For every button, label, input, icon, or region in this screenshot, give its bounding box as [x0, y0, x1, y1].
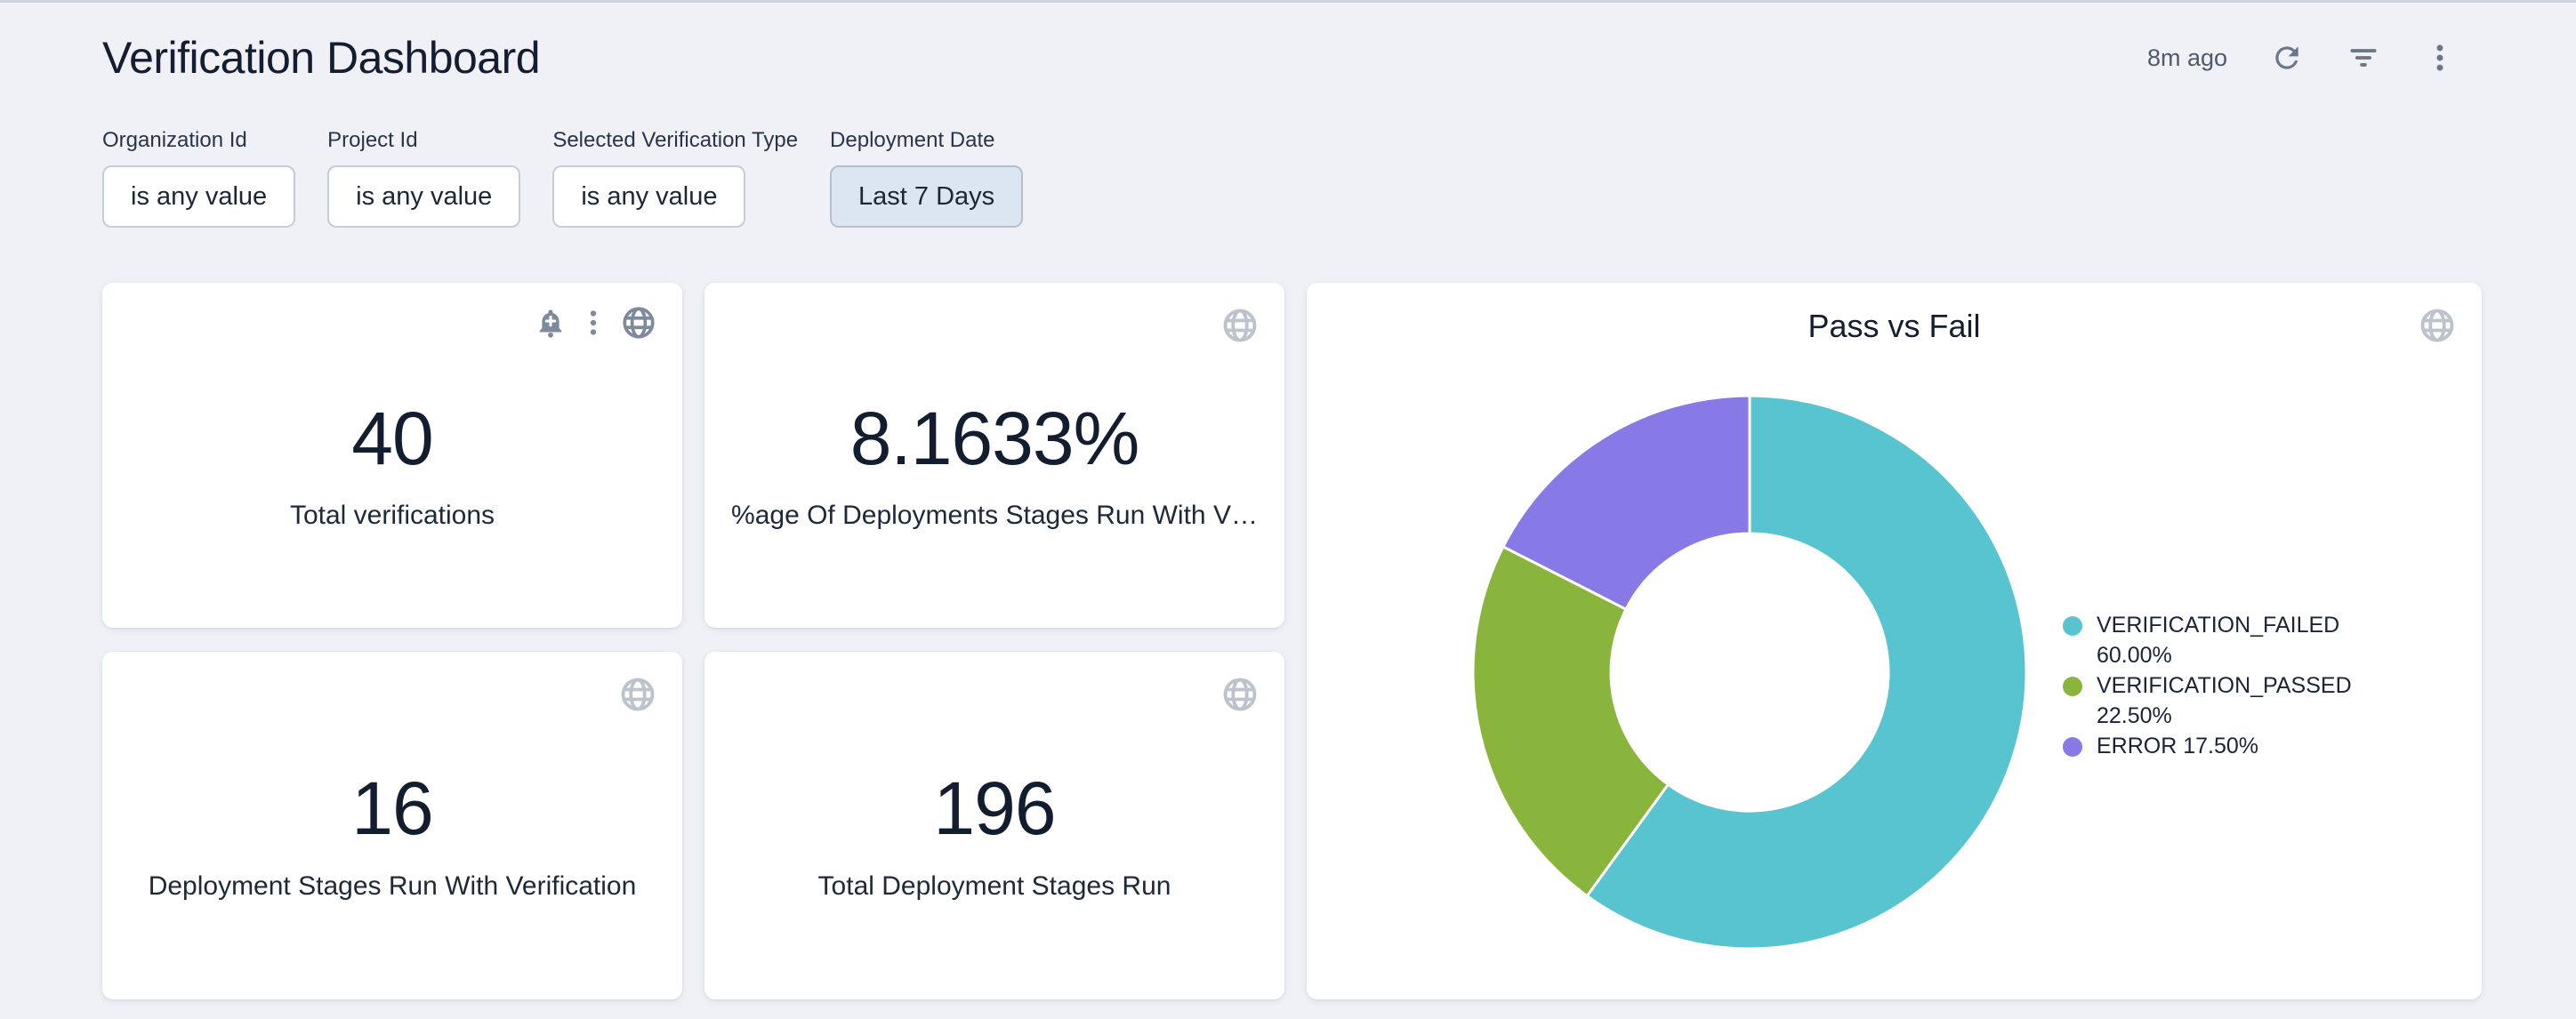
legend-item-verification-passed[interactable]: VERIFICATION_PASSED 22.50% [2063, 670, 2399, 731]
legend-item-error[interactable]: ERROR 17.50% [2063, 731, 2399, 761]
chart-title: Pass vs Fail [1307, 308, 2482, 345]
legend-value: 17.50% [2183, 734, 2258, 758]
top-border [0, 0, 2576, 3]
tile-label: %age Of Deployments Stages Run With V… [731, 501, 1258, 531]
tile-label: Total verifications [290, 501, 495, 531]
legend-dot-error [2063, 737, 2082, 757]
chart-legend: VERIFICATION_FAILED 60.00% VERIFICATION_… [2063, 610, 2399, 761]
legend-dot-verification-passed [2063, 677, 2082, 696]
last-refreshed-label: 8m ago [2147, 44, 2227, 72]
filter-verification-type: Selected Verification Type is any value [552, 128, 798, 228]
legend-label: VERIFICATION_FAILED [2097, 613, 2339, 638]
tile-value: 40 [351, 396, 432, 482]
tile-actions [535, 304, 657, 341]
donut-svg [1470, 393, 2029, 951]
globe-icon[interactable] [620, 304, 657, 341]
dashboard-grid: 40 Total verifications 8.1633% %age Of D… [102, 283, 2482, 999]
pass-fail-donut-chart[interactable] [1470, 393, 2029, 951]
filter-label: Organization Id [102, 128, 295, 153]
globe-icon[interactable] [618, 675, 657, 714]
tile-value: 16 [351, 766, 432, 852]
tile-total-verifications: 40 Total verifications [102, 283, 682, 628]
tile-label: Total Deployment Stages Run [818, 871, 1171, 902]
globe-icon[interactable] [2418, 306, 2457, 345]
legend-label: ERROR [2097, 734, 2177, 758]
header-actions: 8m ago [2147, 41, 2457, 75]
legend-value: 22.50% [2097, 703, 2172, 728]
filter-project-id: Project Id is any value [327, 128, 520, 228]
add-alert-icon[interactable] [535, 306, 567, 340]
filter-bar: Organization Id is any value Project Id … [102, 128, 2576, 228]
tile-label: Deployment Stages Run With Verification [149, 871, 637, 902]
refresh-icon[interactable] [2270, 41, 2304, 75]
globe-icon[interactable] [1220, 306, 1260, 345]
filter-chip-organization-id[interactable]: is any value [102, 165, 295, 228]
filter-chip-verification-type[interactable]: is any value [552, 165, 745, 228]
filter-chip-deployment-date[interactable]: Last 7 Days [830, 165, 1023, 228]
filter-icon[interactable] [2347, 41, 2380, 75]
filter-organization-id: Organization Id is any value [102, 128, 295, 228]
dashboard-header: Verification Dashboard 8m ago [0, 0, 2576, 84]
filter-deployment-date: Deployment Date Last 7 Days [830, 128, 1023, 228]
legend-dot-verification-failed [2063, 616, 2082, 636]
more-vert-icon[interactable] [586, 307, 600, 339]
tile-value: 8.1633% [850, 396, 1139, 482]
legend-item-verification-failed[interactable]: VERIFICATION_FAILED 60.00% [2063, 610, 2399, 670]
tile-total-stages-run: 196 Total Deployment Stages Run [704, 652, 1284, 999]
globe-icon[interactable] [1220, 675, 1260, 714]
filter-label: Deployment Date [830, 128, 1023, 153]
legend-value: 60.00% [2097, 643, 2172, 668]
filter-label: Selected Verification Type [552, 128, 798, 153]
more-vert-icon[interactable] [2423, 41, 2457, 75]
tile-pct-stages-with-verification: 8.1633% %age Of Deployments Stages Run W… [704, 283, 1284, 628]
legend-label: VERIFICATION_PASSED [2097, 673, 2352, 698]
tile-value: 196 [933, 766, 1055, 852]
filter-label: Project Id [327, 128, 520, 153]
tile-stages-run-with-verification: 16 Deployment Stages Run With Verificati… [102, 652, 682, 999]
page-title: Verification Dashboard [102, 32, 540, 84]
filter-chip-project-id[interactable]: is any value [327, 165, 520, 228]
pass-vs-fail-card: Pass vs Fail VERIFICATION_FAILED 60.00% … [1307, 283, 2482, 999]
